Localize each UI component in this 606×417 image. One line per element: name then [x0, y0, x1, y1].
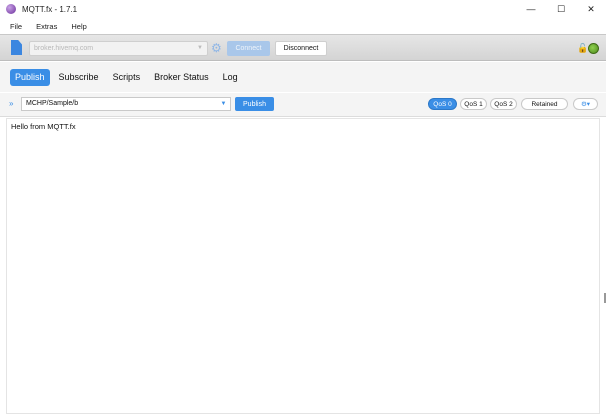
app-icon [6, 4, 16, 14]
tab-log[interactable]: Log [218, 69, 243, 86]
disconnect-button[interactable]: Disconnect [275, 41, 327, 56]
maximize-button[interactable]: ☐ [546, 0, 576, 18]
minimize-button[interactable]: — [516, 0, 546, 18]
tab-broker-status[interactable]: Broker Status [149, 69, 214, 86]
options-menu-button[interactable]: ⚙▾ [573, 98, 598, 110]
document-icon[interactable] [11, 40, 22, 55]
message-editor[interactable]: Hello from MQTT.fx [6, 118, 600, 414]
tab-publish[interactable]: Publish [10, 68, 50, 86]
menu-extras[interactable]: Extras [36, 22, 57, 31]
expand-chevron-icon[interactable]: » [9, 99, 13, 108]
window-controls: — ☐ ✕ [516, 0, 606, 18]
broker-profile-value: broker.hivemq.com [34, 45, 94, 52]
close-button[interactable]: ✕ [576, 0, 606, 18]
connect-button[interactable]: Connect [227, 41, 270, 56]
window-title: MQTT.fx - 1.7.1 [22, 4, 78, 14]
connection-toolbar: broker.hivemq.com ▼ ⚙ Connect Disconnect… [0, 34, 606, 61]
menu-bar: File Extras Help [0, 18, 606, 34]
chevron-down-icon: ▼ [197, 45, 203, 51]
tab-subscribe[interactable]: Subscribe [54, 69, 104, 86]
gear-icon[interactable]: ⚙ [211, 42, 223, 54]
message-text: Hello from MQTT.fx [11, 122, 76, 131]
qos2-button[interactable]: QoS 2 [490, 98, 517, 110]
unlock-icon: 🔓 [577, 43, 589, 53]
main-tabs: Publish Subscribe Scripts Broker Status … [0, 62, 606, 92]
publish-toolbar: » MCHP/Sample/b ▼ Publish QoS 0 QoS 1 Qo… [0, 93, 606, 117]
connection-status-icon [588, 43, 599, 54]
broker-profile-select[interactable]: broker.hivemq.com ▼ [29, 41, 208, 56]
qos0-button[interactable]: QoS 0 [428, 98, 457, 110]
tab-scripts[interactable]: Scripts [108, 69, 146, 86]
retained-toggle[interactable]: Retained [521, 98, 568, 110]
qos1-button[interactable]: QoS 1 [460, 98, 487, 110]
topic-dropdown-icon[interactable]: ▼ [217, 98, 230, 110]
menu-file[interactable]: File [10, 22, 22, 31]
title-bar: MQTT.fx - 1.7.1 — ☐ ✕ [0, 0, 606, 18]
publish-button[interactable]: Publish [235, 97, 274, 111]
topic-input[interactable]: MCHP/Sample/b [21, 97, 231, 111]
menu-help[interactable]: Help [71, 22, 86, 31]
